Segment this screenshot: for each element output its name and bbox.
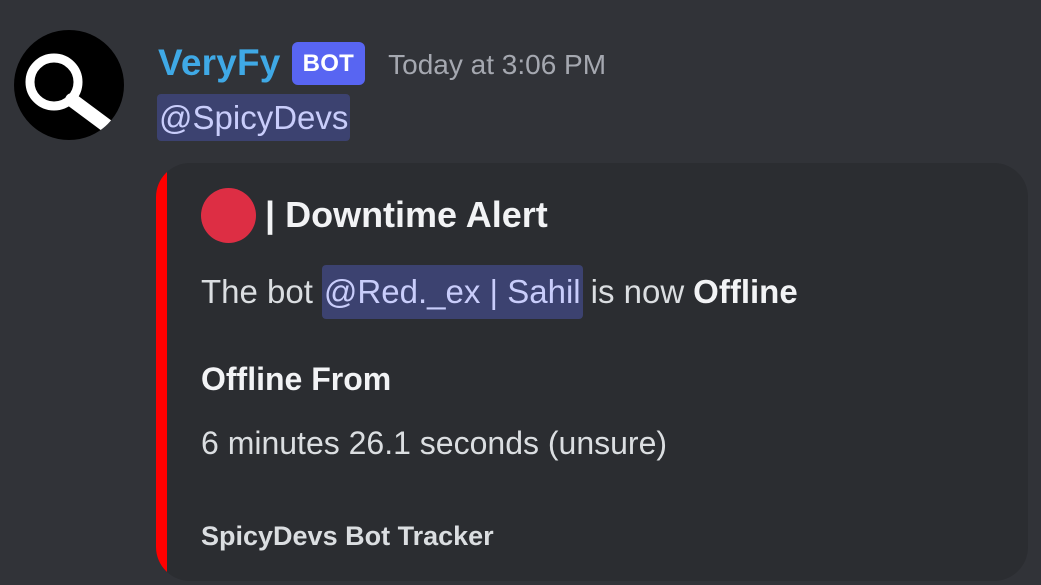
user-mention[interactable]: @Red._ex | Sahil [321,265,583,319]
message-content: @SpicyDevs [157,94,351,141]
embed-field-value: 6 minutes 26.1 seconds (unsure) [201,425,668,461]
message-header: VeryFy BOT Today at 3:06 PM [158,40,606,86]
chat-message: VeryFy BOT Today at 3:06 PM @SpicyDevs |… [0,0,1041,585]
role-mention[interactable]: @SpicyDevs [157,94,351,141]
bot-tag-badge: BOT [291,41,366,85]
embed-footer: SpicyDevs Bot Tracker [201,521,494,551]
description-middle: is now [590,273,685,310]
embed-description: The bot @Red._ex | Sahil is now Offline [201,265,798,319]
embed-field-name: Offline From [201,361,392,397]
avatar[interactable] [14,30,124,140]
embed-title-text: | Downtime Alert [265,194,548,235]
embed-accent-bar [156,163,167,581]
embed: | Downtime Alert The bot @Red._ex | Sahi… [156,163,1028,581]
red-circle-icon [201,187,256,243]
magnifying-glass-icon [25,53,114,133]
message-timestamp[interactable]: Today at 3:06 PM [388,49,606,81]
description-prefix: The bot [201,273,313,310]
author-username[interactable]: VeryFy [158,42,281,84]
status-text: Offline [693,273,798,310]
embed-title: | Downtime Alert [201,186,548,244]
